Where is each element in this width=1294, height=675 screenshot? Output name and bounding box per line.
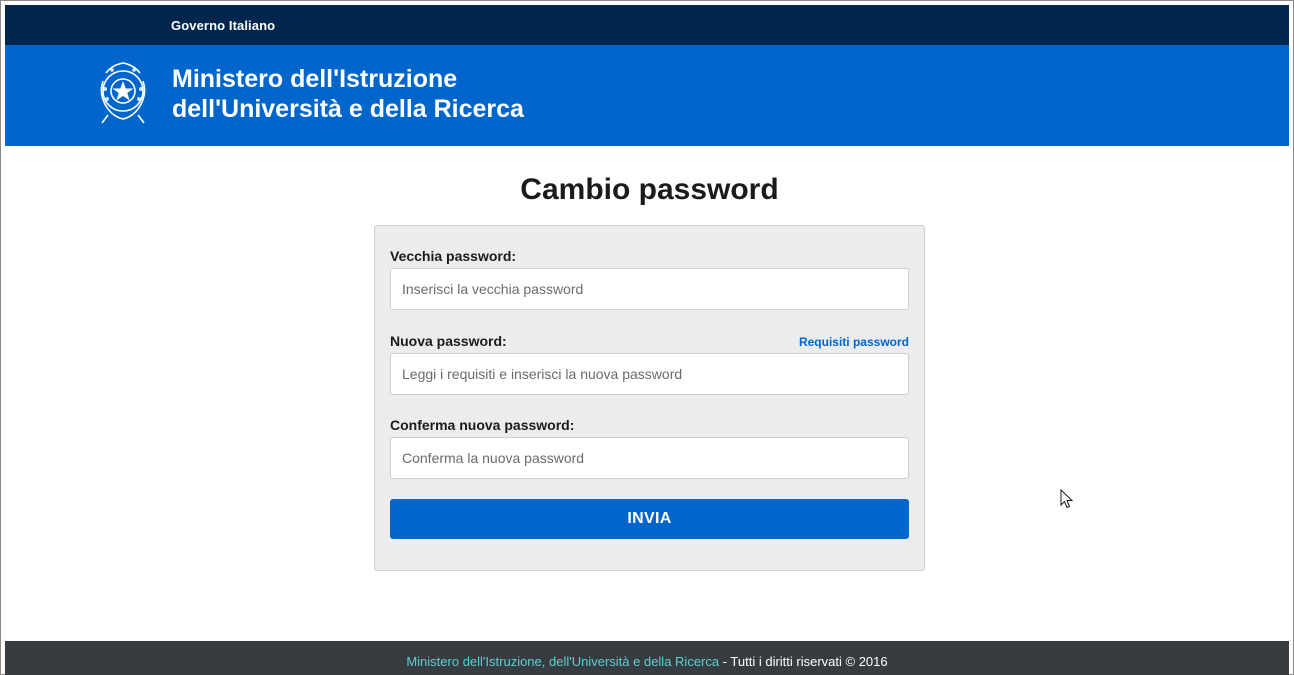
site-title[interactable]: Ministero dell'Istruzione dell'Universit…: [172, 64, 524, 124]
footer-copyright: - Tutti i diritti riservati © 2016: [719, 654, 888, 669]
password-requirements-link[interactable]: Requisiti password: [799, 335, 909, 349]
submit-button[interactable]: INVIA: [390, 499, 909, 539]
site-header: Ministero dell'Istruzione dell'Universit…: [5, 45, 1289, 146]
confirm-password-field[interactable]: [390, 437, 909, 479]
site-title-line2: dell'Università e della Ricerca: [172, 95, 524, 123]
old-password-field[interactable]: [390, 268, 909, 310]
new-password-field[interactable]: [390, 353, 909, 395]
site-title-line1: Ministero dell'Istruzione: [172, 65, 458, 93]
mouse-pointer-icon: [1060, 489, 1074, 509]
site-footer: Ministero dell'Istruzione, dell'Universi…: [5, 641, 1289, 675]
new-password-label: Nuova password:: [390, 333, 507, 349]
government-label[interactable]: Governo Italiano: [171, 18, 275, 33]
italian-republic-emblem-icon[interactable]: [94, 59, 152, 127]
old-password-label: Vecchia password:: [390, 248, 517, 264]
change-password-form: Vecchia password: Nuova password: Requis…: [374, 225, 925, 571]
confirm-password-label: Conferma nuova password:: [390, 417, 575, 433]
government-bar: Governo Italiano: [5, 5, 1289, 45]
footer-ministry-link[interactable]: Ministero dell'Istruzione, dell'Universi…: [406, 654, 719, 669]
page-title: Cambio password: [520, 173, 779, 206]
